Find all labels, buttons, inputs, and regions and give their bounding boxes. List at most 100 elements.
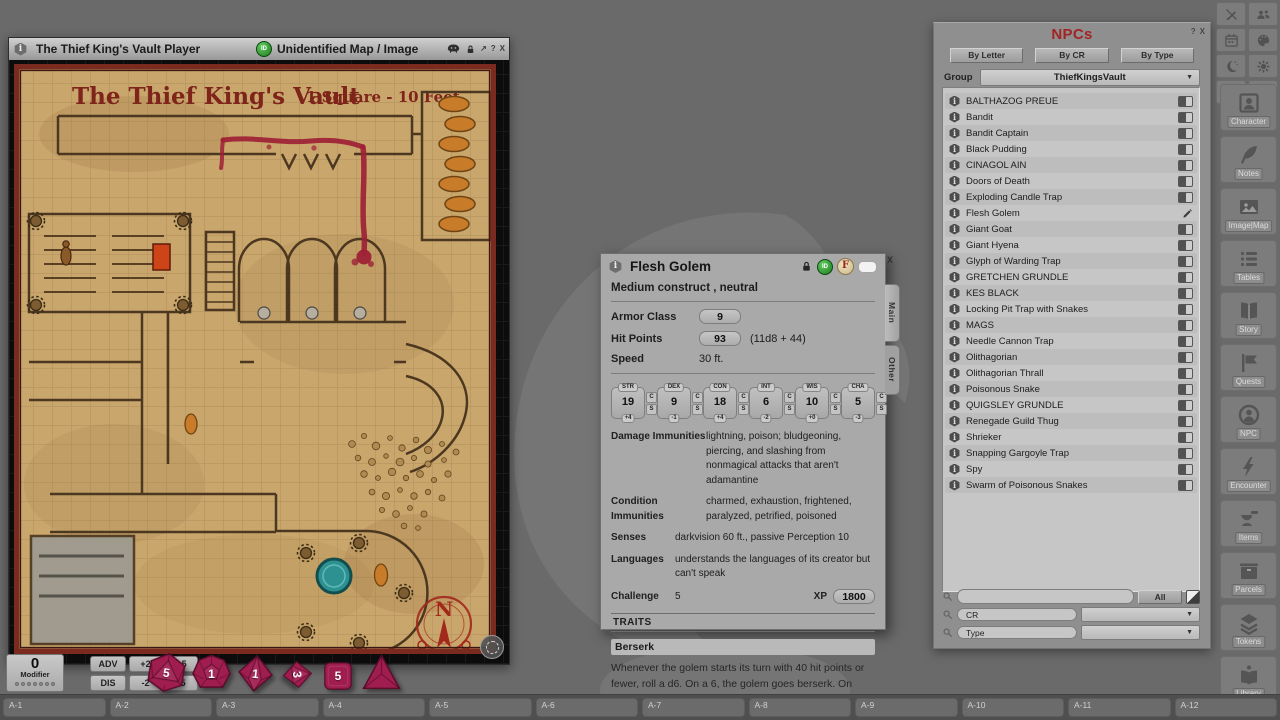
hotbar-slot[interactable]: A-4 <box>323 698 426 717</box>
search-input[interactable] <box>957 589 1134 604</box>
npc-list-item[interactable]: i Poisonous Snake <box>945 381 1197 397</box>
die[interactable]: 1 <box>234 652 277 695</box>
info-icon[interactable]: i <box>949 96 960 107</box>
npc-list-item[interactable]: i BALTHAZOG PREUE <box>945 93 1197 109</box>
save-roll-button[interactable]: S <box>876 404 887 415</box>
ability-score[interactable]: 19 <box>612 388 644 417</box>
npc-list-item[interactable]: i Olithagorian Thrall <box>945 365 1197 381</box>
map-focus-button[interactable] <box>480 635 504 659</box>
tab-other[interactable]: Other <box>885 345 900 395</box>
die[interactable]: 1 <box>192 654 231 693</box>
map-figure-token[interactable] <box>61 241 71 265</box>
npc-list-item[interactable]: i Glyph of Warding Trap <box>945 253 1197 269</box>
ability-score-box[interactable]: DEX 9 -1 <box>657 387 691 419</box>
info-icon[interactable]: i <box>949 432 960 443</box>
hotbar-slot[interactable]: A-2 <box>110 698 213 717</box>
id-toggle-icon[interactable] <box>1178 416 1193 427</box>
npc-list-item[interactable]: i Bandit Captain <box>945 125 1197 141</box>
info-icon[interactable]: i <box>949 480 960 491</box>
info-icon[interactable]: i <box>949 224 960 235</box>
info-icon[interactable]: i <box>949 400 960 411</box>
help-icon[interactable]: ? <box>491 45 496 53</box>
disadvantage-button[interactable]: DIS <box>90 675 126 691</box>
sidebar-button[interactable]: Tokens <box>1220 604 1277 651</box>
id-toggle-icon[interactable] <box>1178 448 1193 459</box>
edit-list-button[interactable] <box>1186 590 1200 604</box>
ability-score[interactable]: 6 <box>750 388 782 417</box>
npc-list-item[interactable]: i KES BLACK <box>945 285 1197 301</box>
check-roll-button[interactable]: C <box>784 392 795 403</box>
id-toggle-icon[interactable] <box>1178 256 1193 267</box>
token-letter-icon[interactable]: F <box>837 258 854 275</box>
id-toggle-icon[interactable] <box>1178 96 1193 107</box>
check-roll-button[interactable]: C <box>830 392 841 403</box>
sidebar-button[interactable]: Notes <box>1220 136 1277 183</box>
npc-list-item[interactable]: i Flesh Golem <box>945 205 1197 221</box>
sidebar-button[interactable]: Character <box>1220 84 1277 131</box>
id-toggle-icon[interactable] <box>1178 480 1193 491</box>
check-roll-button[interactable]: C <box>646 392 657 403</box>
npc-list-item[interactable]: i Exploding Candle Trap <box>945 189 1197 205</box>
map-shield-token[interactable] <box>185 414 197 434</box>
npc-list-item[interactable]: i QUIGSLEY GRUNDLE <box>945 397 1197 413</box>
ability-score-box[interactable]: CON 18 +4 <box>703 387 737 419</box>
die[interactable]: 5 <box>320 659 356 693</box>
id-toggle-icon[interactable] <box>1178 272 1193 283</box>
die[interactable]: 5 <box>143 649 190 696</box>
tab-main[interactable]: Main <box>885 284 900 342</box>
sidebar-button[interactable]: Tables <box>1220 240 1277 287</box>
save-roll-button[interactable]: S <box>738 404 749 415</box>
popout-icon[interactable]: ↗ <box>480 45 487 53</box>
sort-tab[interactable]: By Type <box>1121 48 1194 63</box>
info-icon[interactable]: i <box>949 304 960 315</box>
info-icon[interactable]: i <box>949 192 960 203</box>
ac-value[interactable]: 9 <box>699 309 741 324</box>
ability-score-box[interactable]: STR 19 +4 <box>611 387 645 419</box>
id-toggle-icon[interactable] <box>1178 192 1193 203</box>
advantage-button[interactable]: ADV <box>90 656 126 672</box>
map-canvas[interactable]: The Thief King's Vault 1 Square - 10 Fee… <box>9 60 509 664</box>
edit-unlocked-icon[interactable] <box>1182 208 1193 219</box>
lock-icon[interactable] <box>465 44 476 55</box>
info-icon[interactable]: i <box>949 160 960 171</box>
id-badge-icon[interactable]: ID <box>817 259 833 275</box>
info-icon[interactable]: i <box>949 288 960 299</box>
npcs-titlebar[interactable]: NPCs ? X <box>934 23 1210 45</box>
id-toggle-icon[interactable] <box>1178 432 1193 443</box>
info-icon[interactable]: i <box>949 352 960 363</box>
tool-button[interactable] <box>1248 54 1278 78</box>
info-icon[interactable]: i <box>949 336 960 347</box>
npc-list-item[interactable]: i Snapping Gargoyle Trap <box>945 445 1197 461</box>
close-icon[interactable]: X <box>1200 27 1205 36</box>
id-toggle-icon[interactable] <box>1178 464 1193 475</box>
save-roll-button[interactable]: S <box>830 404 841 415</box>
npc-list-item[interactable]: i Doors of Death <box>945 173 1197 189</box>
close-icon[interactable]: X <box>500 45 505 53</box>
id-toggle-icon[interactable] <box>1178 320 1193 331</box>
npc-list-item[interactable]: i Renegade Guild Thug <box>945 413 1197 429</box>
ability-score[interactable]: 10 <box>796 388 828 417</box>
info-icon[interactable]: i <box>949 448 960 459</box>
save-roll-button[interactable]: S <box>646 404 657 415</box>
ability-score-box[interactable]: INT 6 -2 <box>749 387 783 419</box>
id-toggle-icon[interactable] <box>1178 176 1193 187</box>
ability-score[interactable]: 18 <box>704 388 736 417</box>
npc-list-item[interactable]: i Spy <box>945 461 1197 477</box>
info-icon[interactable]: i <box>949 128 960 139</box>
info-icon[interactable]: i <box>949 256 960 267</box>
info-icon[interactable]: i <box>609 260 622 273</box>
npc-list-item[interactable]: i Olithagorian <box>945 349 1197 365</box>
modifier-box[interactable]: 0 Modifier <box>6 654 64 692</box>
id-toggle-icon[interactable] <box>1178 128 1193 139</box>
id-toggle-icon[interactable] <box>1178 112 1193 123</box>
id-toggle-icon[interactable] <box>1178 368 1193 379</box>
die[interactable]: 3 <box>281 658 315 692</box>
map-red-token[interactable] <box>153 244 170 270</box>
info-icon[interactable]: i <box>949 208 960 219</box>
id-toggle-icon[interactable] <box>1178 336 1193 347</box>
info-icon[interactable]: i <box>949 320 960 331</box>
hotbar-slot[interactable]: A-3 <box>216 698 319 717</box>
hotbar-slot[interactable]: A-6 <box>536 698 639 717</box>
npc-list-item[interactable]: i Bandit <box>945 109 1197 125</box>
info-icon[interactable]: i <box>949 240 960 251</box>
